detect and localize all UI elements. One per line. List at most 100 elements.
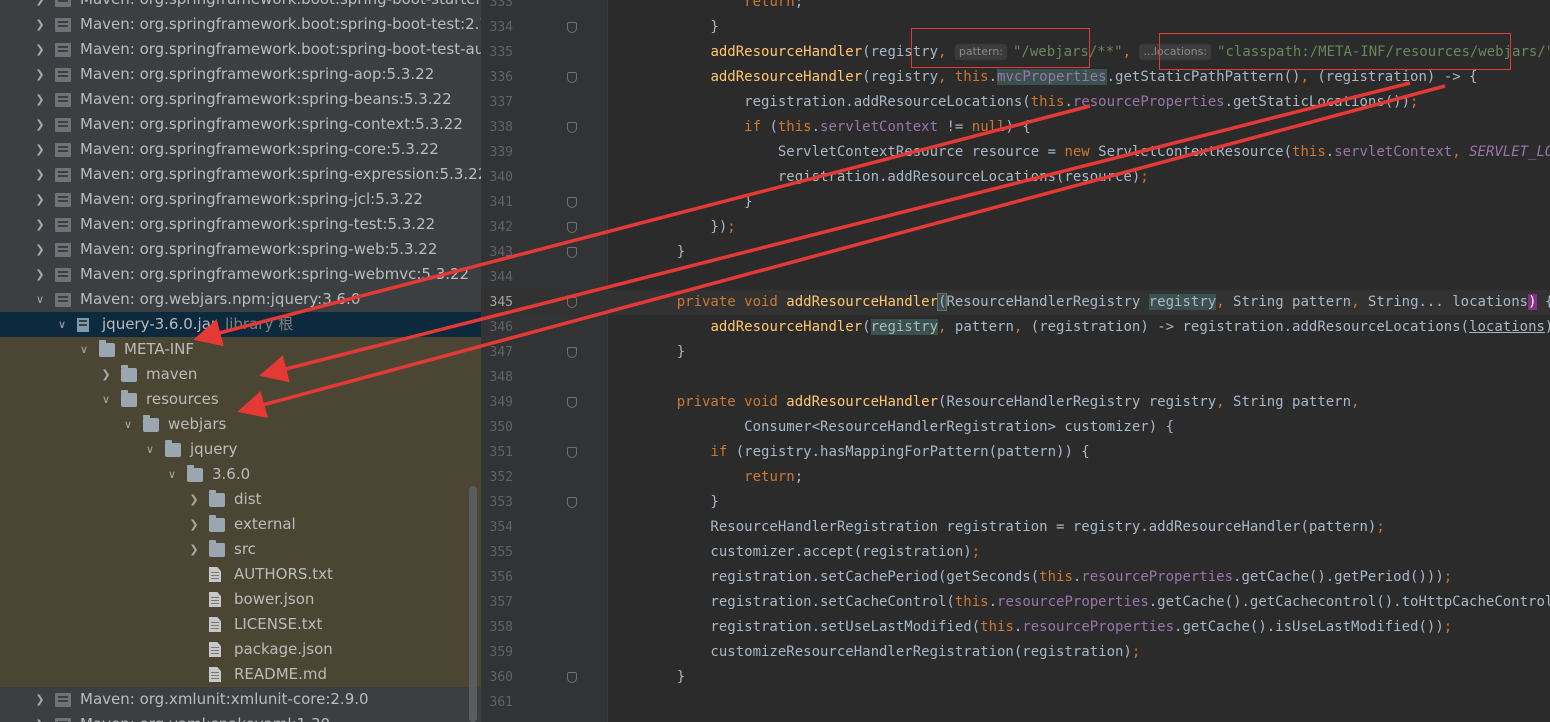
chevron-right-icon[interactable]: ❯	[34, 237, 46, 262]
tree-item[interactable]: ❯ Maven: org.springframework.boot:spring-…	[0, 12, 481, 37]
fold-marker-icon[interactable]	[567, 197, 577, 208]
tree-item[interactable]: ❯ Maven: org.springframework:spring-jcl:5…	[0, 187, 481, 212]
code-line[interactable]: 343 }	[481, 240, 1550, 265]
tree-item[interactable]: ∨ jquery	[0, 437, 481, 462]
chevron-right-icon[interactable]: ❯	[34, 87, 46, 112]
chevron-down-icon[interactable]: ∨	[144, 437, 156, 462]
chevron-right-icon[interactable]: ❯	[34, 212, 46, 237]
tree-item[interactable]: ∨ Maven: org.webjars.npm:jquery:3.6.0	[0, 287, 481, 312]
code-line[interactable]: 355 customizer.accept(registration);	[481, 540, 1550, 565]
chevron-down-icon[interactable]: ∨	[166, 462, 178, 487]
tree-item[interactable]: ❯ Maven: org.springframework:spring-core:…	[0, 137, 481, 162]
fold-marker-icon[interactable]	[567, 72, 577, 83]
code-line[interactable]: 347 }	[481, 340, 1550, 365]
fold-marker-icon[interactable]	[567, 347, 577, 358]
tree-item[interactable]: ❯ dist	[0, 487, 481, 512]
code-line[interactable]: 351 if (registry.hasMappingForPattern(pa…	[481, 440, 1550, 465]
code-line[interactable]: 333 return;	[481, 0, 1550, 15]
code-line[interactable]: 345 private void addResourceHandler(Reso…	[481, 290, 1550, 315]
project-tree-scrollbar[interactable]	[469, 486, 477, 722]
chevron-right-icon[interactable]: ❯	[34, 37, 46, 62]
code-line[interactable]: 358 registration.setUseLastModified(this…	[481, 615, 1550, 640]
tree-item[interactable]: ∨ META-INF	[0, 337, 481, 362]
code-line[interactable]: 344	[481, 265, 1550, 290]
code-line[interactable]: 349 private void addResourceHandler(Reso…	[481, 390, 1550, 415]
code-line[interactable]: 353 }	[481, 490, 1550, 515]
code-line[interactable]: 338 if (this.servletContext != null) {	[481, 115, 1550, 140]
code-line[interactable]: 339 ServletContextResource resource = ne…	[481, 140, 1550, 165]
code-line[interactable]: 340 registration.addResourceLocations(re…	[481, 165, 1550, 190]
fold-marker-icon[interactable]	[567, 222, 577, 233]
tree-item-label: Maven: org.springframework:spring-web:5.…	[80, 240, 438, 258]
chevron-right-icon[interactable]: ❯	[34, 162, 46, 187]
code-line[interactable]: 356 registration.setCachePeriod(getSecon…	[481, 565, 1550, 590]
chevron-down-icon[interactable]: ∨	[56, 312, 68, 337]
tree-item[interactable]: ❯ Maven: org.springframework.boot:spring-…	[0, 37, 481, 62]
code-editor[interactable]: 333 return; 334 } 335 addResourceHandler(r…	[481, 0, 1550, 722]
tree-item[interactable]: ❯ Maven: org.xmlunit:xmlunit-core:2.9.0	[0, 687, 481, 712]
code-line[interactable]: 359 customizeResourceHandlerRegistration…	[481, 640, 1550, 665]
tree-item[interactable]: ❯ Maven: org.springframework:spring-webmv…	[0, 262, 481, 287]
chevron-right-icon[interactable]: ❯	[100, 362, 112, 387]
tree-item[interactable]: ∨ webjars	[0, 412, 481, 437]
fold-marker-icon[interactable]	[567, 297, 577, 308]
fold-marker-icon[interactable]	[567, 247, 577, 258]
chevron-right-icon[interactable]: ❯	[34, 137, 46, 162]
code-line[interactable]: 360 }	[481, 665, 1550, 690]
fold-marker-icon[interactable]	[567, 397, 577, 408]
tree-item[interactable]: ❯ Maven: org.springframework:spring-expre…	[0, 162, 481, 187]
code-line[interactable]: 348	[481, 365, 1550, 390]
tree-item[interactable]: bower.json	[0, 587, 481, 612]
tree-item[interactable]: ❯ Maven: org.springframework:spring-test:…	[0, 212, 481, 237]
tree-item[interactable]: LICENSE.txt	[0, 612, 481, 637]
chevron-down-icon[interactable]: ∨	[122, 412, 134, 437]
chevron-right-icon[interactable]: ❯	[188, 512, 200, 537]
tree-item[interactable]: AUTHORS.txt	[0, 562, 481, 587]
chevron-down-icon[interactable]: ∨	[34, 287, 46, 312]
fold-marker-icon[interactable]	[567, 447, 577, 458]
chevron-right-icon[interactable]: ❯	[34, 12, 46, 37]
tree-item[interactable]: ∨ jquery-3.6.0.jar library 根	[0, 312, 481, 337]
chevron-down-icon[interactable]: ∨	[78, 337, 90, 362]
chevron-right-icon[interactable]: ❯	[34, 62, 46, 87]
line-number: 353	[489, 495, 513, 510]
tree-item[interactable]: ❯ Maven: org.springframework:spring-web:5…	[0, 237, 481, 262]
tree-item[interactable]: ❯ src	[0, 537, 481, 562]
fold-marker-icon[interactable]	[567, 22, 577, 33]
tree-item[interactable]: ❯ Maven: org.springframework:spring-aop:5…	[0, 62, 481, 87]
tree-item-suffix: library 根	[225, 315, 294, 333]
tree-item[interactable]: ❯ maven	[0, 362, 481, 387]
code-line[interactable]: 346 addResourceHandler(registry, pattern…	[481, 315, 1550, 340]
code-line[interactable]: 350 Consumer<ResourceHandlerRegistration…	[481, 415, 1550, 440]
code-line[interactable]: 357 registration.setCacheControl(this.re…	[481, 590, 1550, 615]
fold-marker-icon[interactable]	[567, 672, 577, 683]
chevron-right-icon[interactable]: ❯	[34, 262, 46, 287]
chevron-right-icon[interactable]: ❯	[188, 487, 200, 512]
tree-item[interactable]: README.md	[0, 662, 481, 687]
fold-marker-icon[interactable]	[567, 497, 577, 508]
tree-item[interactable]: package.json	[0, 637, 481, 662]
tree-item[interactable]: ❯ Maven: org.springframework:spring-conte…	[0, 112, 481, 137]
chevron-right-icon[interactable]: ❯	[188, 537, 200, 562]
code-line[interactable]: 342 });	[481, 215, 1550, 240]
tree-item[interactable]: ∨ 3.6.0	[0, 462, 481, 487]
code-line[interactable]: 337 registration.addResourceLocations(th…	[481, 90, 1550, 115]
chevron-down-icon[interactable]: ∨	[100, 387, 112, 412]
chevron-right-icon[interactable]: ❯	[34, 112, 46, 137]
tree-item[interactable]: ❯ Maven: org.springframework:spring-beans…	[0, 87, 481, 112]
chevron-right-icon[interactable]: ❯	[34, 687, 46, 712]
code-lines[interactable]: 333 return; 334 } 335 addResourceHandler(r…	[481, 0, 1550, 715]
code-line[interactable]: 354 ResourceHandlerRegistration registra…	[481, 515, 1550, 540]
tree-item[interactable]: ∨ resources	[0, 387, 481, 412]
fold-marker-icon[interactable]	[567, 122, 577, 133]
chevron-right-icon[interactable]: ❯	[34, 712, 46, 722]
tree-item[interactable]: ❯ Maven: org.springframework.boot:spring-…	[0, 0, 481, 12]
code-line[interactable]: 341 }	[481, 190, 1550, 215]
tree-item[interactable]: ❯ Maven: org.yaml:snakeyaml:1.30	[0, 712, 481, 722]
code-line[interactable]: 352 return;	[481, 465, 1550, 490]
tree-item[interactable]: ❯ external	[0, 512, 481, 537]
chevron-right-icon[interactable]: ❯	[34, 187, 46, 212]
code-line[interactable]: 361	[481, 690, 1550, 715]
chevron-right-icon[interactable]: ❯	[34, 0, 46, 12]
